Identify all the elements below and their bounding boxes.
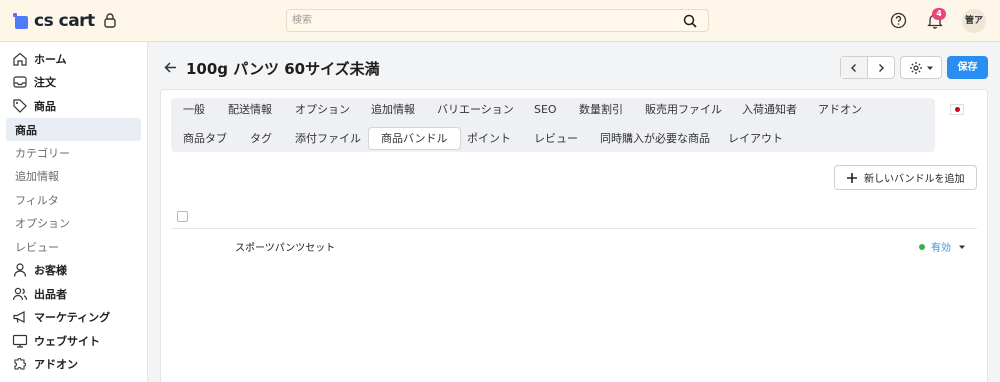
- prev-button[interactable]: [841, 57, 868, 78]
- home-icon: [13, 52, 27, 66]
- sidebar-item-label: ホーム: [34, 52, 67, 66]
- page-title: 100g パンツ 60サイズ未満: [186, 60, 380, 78]
- tab-required-products[interactable]: 同時購入が必要な商品: [588, 127, 722, 150]
- bundle-name-link[interactable]: スポーツパンツセット: [235, 239, 335, 254]
- settings-dropdown-button[interactable]: [900, 56, 942, 79]
- tab-seo[interactable]: SEO: [522, 98, 569, 121]
- tab-qty-discounts[interactable]: 数量割引: [567, 98, 635, 121]
- sidebar-item-label: 商品: [15, 123, 37, 137]
- tab-general[interactable]: 一般: [171, 98, 217, 121]
- sidebar-subitem-features[interactable]: 追加情報: [6, 164, 141, 187]
- sidebar-subitem-categories[interactable]: カテゴリー: [6, 141, 141, 164]
- sidebar-item-label: レビュー: [15, 240, 59, 254]
- sidebar-item-label: 商品: [34, 99, 56, 113]
- sidebar-item-orders[interactable]: 注文: [6, 70, 141, 93]
- sidebar-item-products[interactable]: 商品: [6, 94, 141, 117]
- select-all-checkbox[interactable]: [177, 211, 188, 222]
- sidebar-item-marketing[interactable]: マーケティング: [6, 305, 141, 328]
- avatar[interactable]: 管ア: [962, 9, 986, 33]
- sidebar-item-website[interactable]: ウェブサイト: [6, 329, 141, 352]
- sidebar-item-label: マーケティング: [34, 310, 111, 324]
- caret-down-icon: [926, 66, 933, 70]
- add-bundle-label: 新しいバンドルを追加: [864, 174, 965, 185]
- tab-options[interactable]: オプション: [283, 98, 362, 121]
- sidebar-item-label: フィルタ: [15, 193, 59, 207]
- lock-icon[interactable]: [102, 12, 118, 29]
- users-icon: [12, 287, 28, 300]
- sidebar-subitem-reviews[interactable]: レビュー: [6, 235, 141, 258]
- cs-cart-logo-icon: [13, 13, 29, 29]
- sidebar-item-label: オプション: [15, 216, 70, 230]
- user-icon: [13, 262, 27, 277]
- sidebar-subitem-options[interactable]: オプション: [6, 211, 141, 234]
- chevron-left-icon: [850, 63, 856, 72]
- tab-reviews[interactable]: レビュー: [522, 127, 590, 150]
- pager: [840, 56, 895, 79]
- tab-tags[interactable]: タグ: [238, 127, 284, 150]
- plus-icon: [847, 172, 857, 183]
- tab-shipping[interactable]: 配送情報: [216, 98, 284, 121]
- tab-product-tabs[interactable]: 商品タブ: [171, 127, 239, 150]
- sidebar-item-label: カテゴリー: [15, 146, 70, 160]
- sidebar-item-customers[interactable]: お客様: [6, 258, 141, 281]
- caret-down-icon: [959, 245, 965, 249]
- search-icon[interactable]: [683, 14, 697, 28]
- sidebar-item-home[interactable]: ホーム: [6, 47, 141, 70]
- save-button[interactable]: 保存: [947, 56, 988, 79]
- megaphone-icon: [13, 310, 25, 323]
- sidebar-subitem-products[interactable]: 商品: [6, 118, 141, 141]
- puzzle-icon: [14, 357, 26, 370]
- notification-badge: 4: [932, 8, 946, 20]
- tab-subscribers[interactable]: 入荷通知者: [730, 98, 809, 121]
- status-dropdown[interactable]: 有効: [919, 239, 966, 254]
- tab-layout[interactable]: レイアウト: [716, 127, 795, 150]
- tab-files[interactable]: 販売用ファイル: [633, 98, 734, 121]
- back-arrow-icon[interactable]: [163, 60, 178, 75]
- chevron-right-icon: [878, 63, 884, 72]
- tag-icon: [13, 98, 27, 113]
- sidebar-item-label: 追加情報: [15, 169, 59, 183]
- inbox-icon: [13, 75, 27, 88]
- search-bar: [286, 9, 709, 32]
- sidebar-item-label: お客様: [34, 263, 67, 277]
- language-flag-icon[interactable]: [950, 104, 964, 115]
- divider: [171, 228, 977, 229]
- status-dot-icon: [919, 243, 925, 250]
- sidebar-item-label: アドオン: [34, 357, 78, 371]
- tab-variations[interactable]: バリエーション: [425, 98, 526, 121]
- tab-product-bundles[interactable]: 商品バンドル: [368, 127, 461, 150]
- sidebar-item-label: 出品者: [34, 287, 67, 301]
- top-bar: cs cart 4 管ア: [0, 0, 1000, 42]
- tab-attachments[interactable]: 添付ファイル: [283, 127, 373, 150]
- logo[interactable]: cs cart: [13, 11, 95, 31]
- sidebar-item-vendors[interactable]: 出品者: [6, 282, 141, 305]
- status-label: 有効: [931, 243, 951, 254]
- tab-reward-points[interactable]: ポイント: [455, 127, 523, 150]
- tab-features[interactable]: 追加情報: [359, 98, 427, 121]
- tab-addons[interactable]: アドオン: [806, 98, 874, 121]
- search-input[interactable]: [292, 12, 672, 29]
- monitor-icon: [12, 334, 28, 348]
- gear-icon: [909, 61, 922, 74]
- help-icon[interactable]: [890, 12, 907, 29]
- next-button[interactable]: [868, 57, 894, 78]
- logo-text: cs cart: [34, 11, 95, 31]
- sidebar-subitem-filters[interactable]: フィルタ: [6, 188, 141, 211]
- sidebar-item-addons[interactable]: アドオン: [6, 352, 141, 375]
- sidebar-item-label: ウェブサイト: [34, 334, 100, 348]
- add-bundle-button[interactable]: 新しいバンドルを追加: [834, 165, 977, 190]
- sidebar-item-label: 注文: [34, 75, 56, 89]
- tab-bar: 一般 配送情報 オプション 追加情報 バリエーション SEO 数量割引 販売用フ…: [171, 98, 935, 152]
